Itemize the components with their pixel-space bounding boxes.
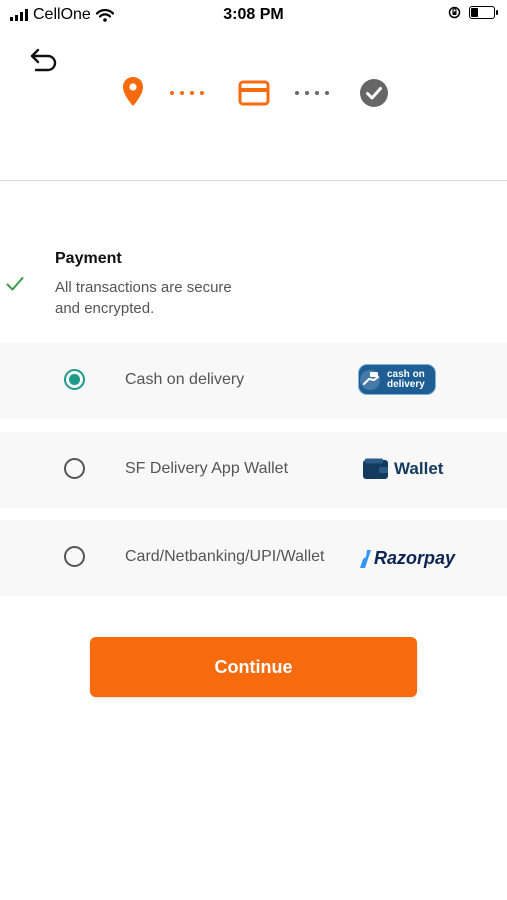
- location-pin-icon: [123, 77, 143, 106]
- status-bar: CellOne 3:08 PM: [0, 0, 507, 30]
- step-confirm: [359, 78, 389, 113]
- header-divider: [0, 180, 507, 181]
- wallet-icon: [363, 458, 388, 479]
- razorpay-logo: Razorpay: [360, 548, 455, 569]
- checkout-stepper: [0, 76, 507, 110]
- status-time: 3:08 PM: [223, 6, 284, 23]
- option-label-wallet: SF Delivery App Wallet: [125, 460, 289, 477]
- step-payment: [238, 80, 270, 111]
- check-circle-icon: [360, 79, 388, 107]
- option-label-razorpay: Card/Netbanking/UPI/Wallet: [125, 548, 325, 565]
- status-right: [448, 6, 498, 19]
- razorpay-logo-text: Razorpay: [374, 548, 456, 568]
- orientation-lock-icon: [448, 6, 461, 19]
- step-connector-1: [170, 91, 204, 95]
- hand-cash-icon: [360, 369, 380, 390]
- payment-subtitle: All transactions are secure and encrypte…: [55, 279, 232, 317]
- cash-on-delivery-logo: cash on delivery: [358, 364, 436, 395]
- razorpay-mark-icon: [360, 549, 371, 568]
- step-connector-2: [295, 91, 329, 95]
- cod-logo-text: cash on delivery: [387, 368, 425, 390]
- undo-arrow-icon: [30, 48, 57, 72]
- radio-razorpay[interactable]: [64, 546, 85, 567]
- payment-option-cod[interactable]: Cash on delivery cash on delivery: [0, 343, 507, 419]
- option-label-cod: Cash on delivery: [125, 371, 245, 388]
- back-button[interactable]: [28, 44, 60, 74]
- checkmark-icon: [6, 277, 24, 291]
- wallet-logo-text: Wallet: [394, 459, 444, 478]
- radio-cod[interactable]: [64, 369, 85, 390]
- radio-wallet[interactable]: [64, 458, 85, 479]
- payment-option-razorpay[interactable]: Card/Netbanking/UPI/Wallet Razorpay: [0, 520, 507, 596]
- credit-card-icon: [238, 80, 270, 106]
- payment-option-wallet[interactable]: SF Delivery App Wallet Wallet: [0, 432, 507, 508]
- battery-icon: [469, 6, 498, 19]
- wallet-logo: Wallet: [362, 458, 443, 480]
- continue-button[interactable]: Continue: [90, 637, 417, 697]
- payment-title: Payment: [55, 250, 122, 267]
- step-location: [121, 76, 145, 113]
